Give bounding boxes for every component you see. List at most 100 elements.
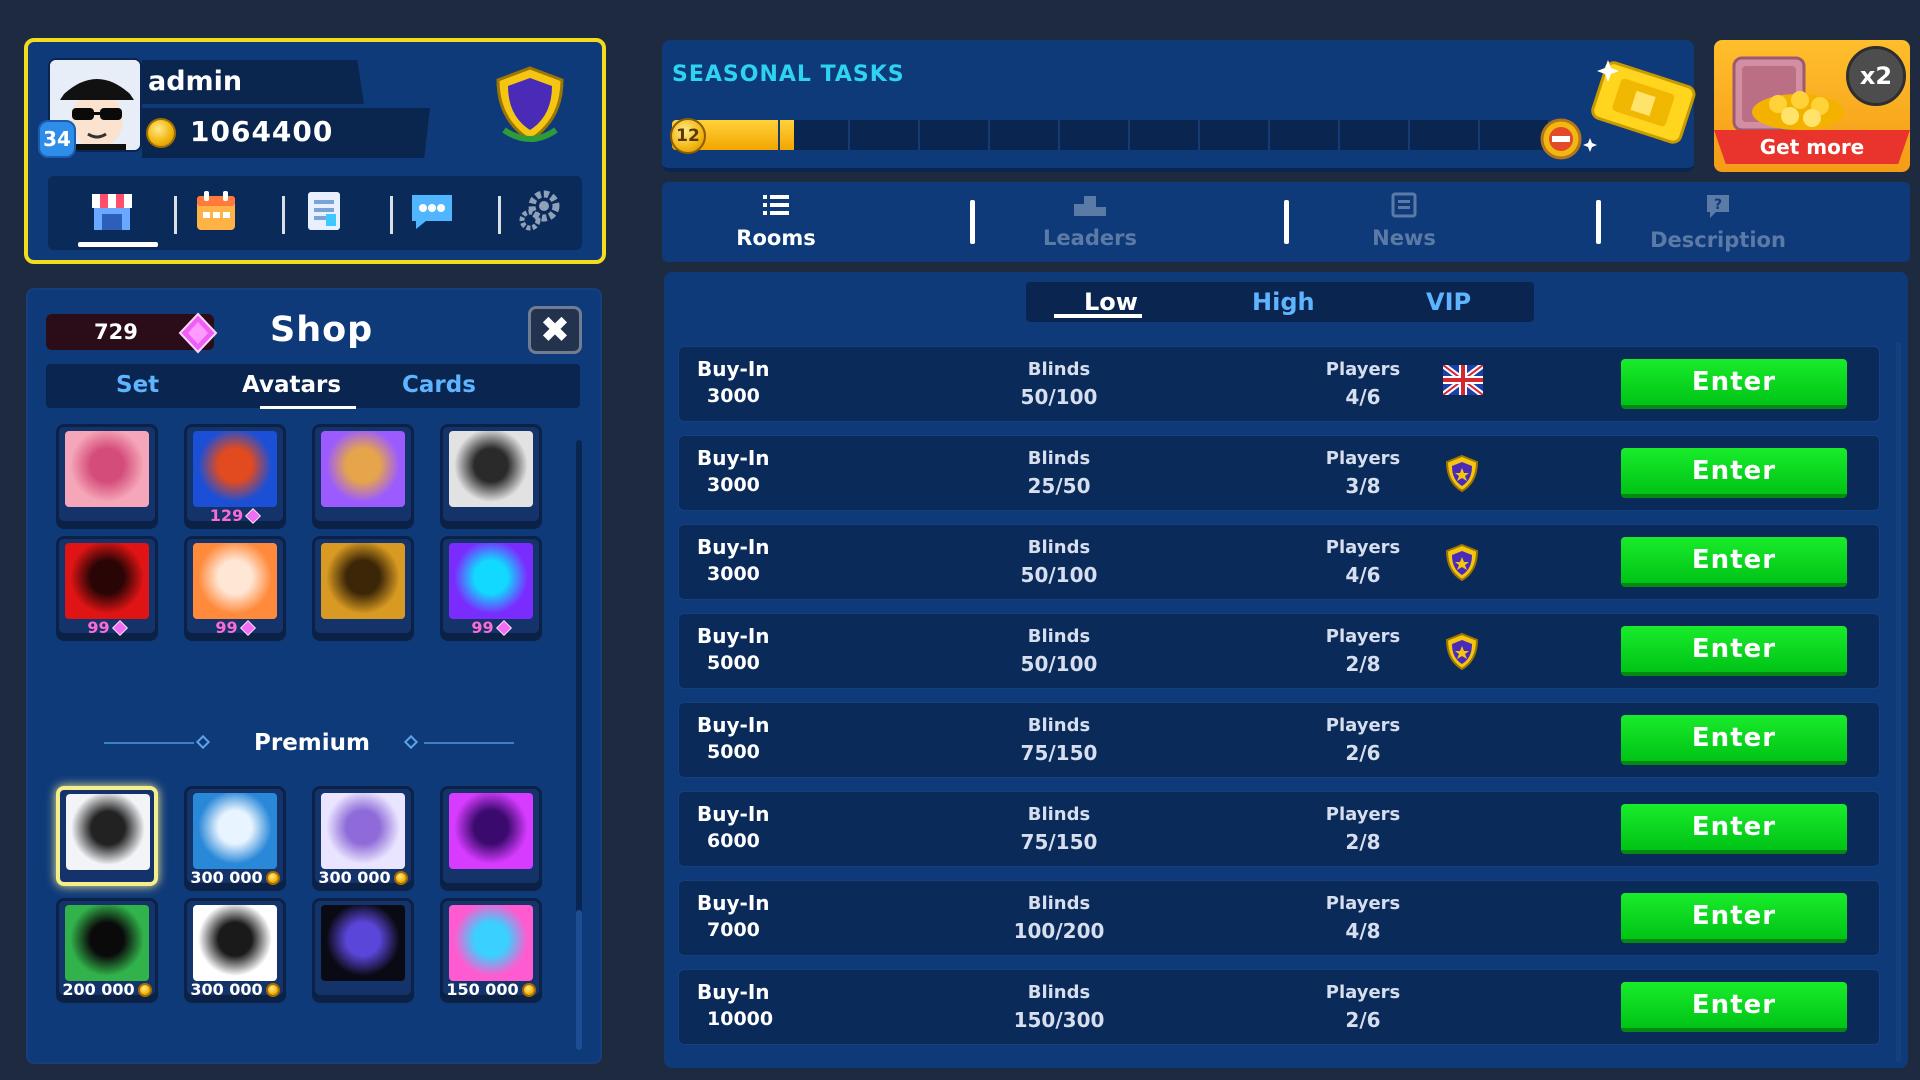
tasks-nav-button[interactable] xyxy=(294,186,354,236)
avatar-item[interactable]: 150 000 xyxy=(440,898,542,999)
buyin-value: 7000 xyxy=(707,919,760,941)
gem-icon xyxy=(495,620,512,636)
avatar-item[interactable] xyxy=(312,536,414,636)
progress-segment-divider xyxy=(918,120,920,150)
avatar-price: 300 000 xyxy=(315,868,411,887)
tab-cards[interactable]: Cards xyxy=(402,372,476,398)
settings-nav-button[interactable] xyxy=(510,186,570,236)
progress-segment-divider xyxy=(1058,120,1060,150)
progress-segment-divider xyxy=(1478,120,1480,150)
players-value: 4/8 xyxy=(1345,919,1381,943)
chat-icon xyxy=(412,195,452,229)
enter-room-button[interactable]: Enter xyxy=(1621,715,1847,765)
avatar-item[interactable]: 300 000 xyxy=(184,786,286,887)
avatar-price: 300 000 xyxy=(187,980,283,999)
tab-avatars[interactable]: Avatars xyxy=(242,372,341,398)
avatar-image xyxy=(193,543,277,619)
room-row: Buy-In 5000 Blinds 75/150 Players 2/6 Enter xyxy=(678,702,1880,778)
blinds-label: Blinds xyxy=(1027,715,1091,736)
premium-divider-diamond xyxy=(195,734,211,750)
players-label: Players xyxy=(1325,982,1401,1003)
progress-segment-divider xyxy=(848,120,850,150)
players-label: Players xyxy=(1325,626,1401,647)
seasonal-tasks-title: SEASONAL TASKS xyxy=(672,62,905,87)
players-label: Players xyxy=(1325,537,1401,558)
enter-room-button[interactable]: Enter xyxy=(1621,804,1847,854)
buyin-value: 3000 xyxy=(707,474,760,496)
room-row: Buy-In 7000 Blinds 100/200 Players 4/8 Enter xyxy=(678,880,1880,956)
buyin-value: 6000 xyxy=(707,830,760,852)
avatar-image xyxy=(449,905,533,981)
enter-room-button[interactable]: Enter xyxy=(1621,626,1847,676)
enter-room-button[interactable]: Enter xyxy=(1621,982,1847,1032)
avatar-item[interactable]: 300 000 xyxy=(184,898,286,999)
avatar-item[interactable] xyxy=(440,786,542,886)
blinds-value: 25/50 xyxy=(1027,474,1091,498)
enter-room-button[interactable]: Enter xyxy=(1621,537,1847,587)
avatar-item[interactable]: 200 000 xyxy=(56,898,158,999)
avatar-item[interactable]: 99 xyxy=(184,536,286,637)
profile-card: 34 admin 1064400 xyxy=(24,38,606,264)
nav-divider xyxy=(390,196,393,234)
coin-icon xyxy=(265,871,280,885)
premium-divider-diamond xyxy=(403,734,419,750)
avatar-image xyxy=(449,431,533,507)
seasonal-tasks-panel[interactable]: SEASONAL TASKS 12 xyxy=(662,40,1696,172)
enter-room-button[interactable]: Enter xyxy=(1621,893,1847,943)
tab-vip[interactable]: VIP xyxy=(1426,288,1471,316)
premium-section-label: Premium xyxy=(254,730,370,756)
buyin-label: Buy-In xyxy=(697,891,770,915)
chat-nav-button[interactable] xyxy=(402,186,462,236)
enter-room-button[interactable]: Enter xyxy=(1621,359,1847,409)
avatar-image xyxy=(193,431,277,507)
shop-nav-button[interactable] xyxy=(82,186,142,236)
clan-shield-icon[interactable] xyxy=(490,64,570,146)
shop-scrollbar-thumb[interactable] xyxy=(576,910,582,1050)
progress-segment-divider xyxy=(1128,120,1130,150)
tab-leaders[interactable]: Leaders xyxy=(990,192,1190,250)
enter-room-button[interactable]: Enter xyxy=(1621,448,1847,498)
get-more-button[interactable]: Get more xyxy=(1714,130,1910,164)
progress-segment-divider xyxy=(1408,120,1410,150)
avatar-item[interactable]: 99 xyxy=(440,536,542,637)
avatar-item[interactable] xyxy=(56,786,158,886)
room-row: Buy-In 3000 Blinds 50/100 Players 4/6 Enter xyxy=(678,346,1880,422)
calendar-nav-button[interactable] xyxy=(186,186,246,236)
avatar-item[interactable]: 300 000 xyxy=(312,786,414,887)
tab-low[interactable]: Low xyxy=(1084,288,1138,316)
help-icon: ? xyxy=(1707,195,1729,218)
avatar-image xyxy=(449,793,533,869)
avatar-item[interactable]: 99 xyxy=(56,536,158,637)
players-label: Players xyxy=(1325,448,1401,469)
tab-description[interactable]: ? Description xyxy=(1618,192,1818,252)
avatar-price-label: 300 000 xyxy=(318,868,391,887)
avatar-price: 99 xyxy=(443,618,539,637)
get-more-card[interactable]: x2 Get more xyxy=(1714,40,1910,172)
players-value: 2/8 xyxy=(1345,830,1381,854)
document-icon xyxy=(308,192,340,230)
shop-tabs: Set Avatars Cards xyxy=(46,364,580,409)
avatar-price-label: 300 000 xyxy=(190,868,263,887)
tab-set[interactable]: Set xyxy=(116,372,159,398)
tab-divider xyxy=(970,200,975,244)
main-tabs: Rooms Leaders News ? Description xyxy=(662,182,1910,262)
avatar-image xyxy=(321,431,405,507)
avatar-item[interactable] xyxy=(312,898,414,998)
avatar-price-label: 150 000 xyxy=(446,980,519,999)
close-button[interactable]: ✖ xyxy=(528,306,582,354)
tab-news[interactable]: News xyxy=(1304,192,1504,250)
blinds-value: 50/100 xyxy=(1020,652,1098,676)
tab-rooms[interactable]: Rooms xyxy=(676,192,876,250)
tab-high[interactable]: High xyxy=(1252,288,1315,316)
shop-icon xyxy=(92,194,132,230)
avatar-item[interactable] xyxy=(440,424,542,524)
tab-description-label: Description xyxy=(1650,228,1786,252)
coin-icon xyxy=(146,118,176,148)
avatar-price-label: 99 xyxy=(471,618,494,637)
blinds-label: Blinds xyxy=(1027,982,1091,1003)
blinds-value: 150/300 xyxy=(1013,1008,1105,1032)
avatar-item[interactable]: 129 xyxy=(184,424,286,525)
avatar-item[interactable] xyxy=(312,424,414,524)
rooms-scrollbar[interactable] xyxy=(1896,342,1901,1062)
avatar-item[interactable] xyxy=(56,424,158,524)
